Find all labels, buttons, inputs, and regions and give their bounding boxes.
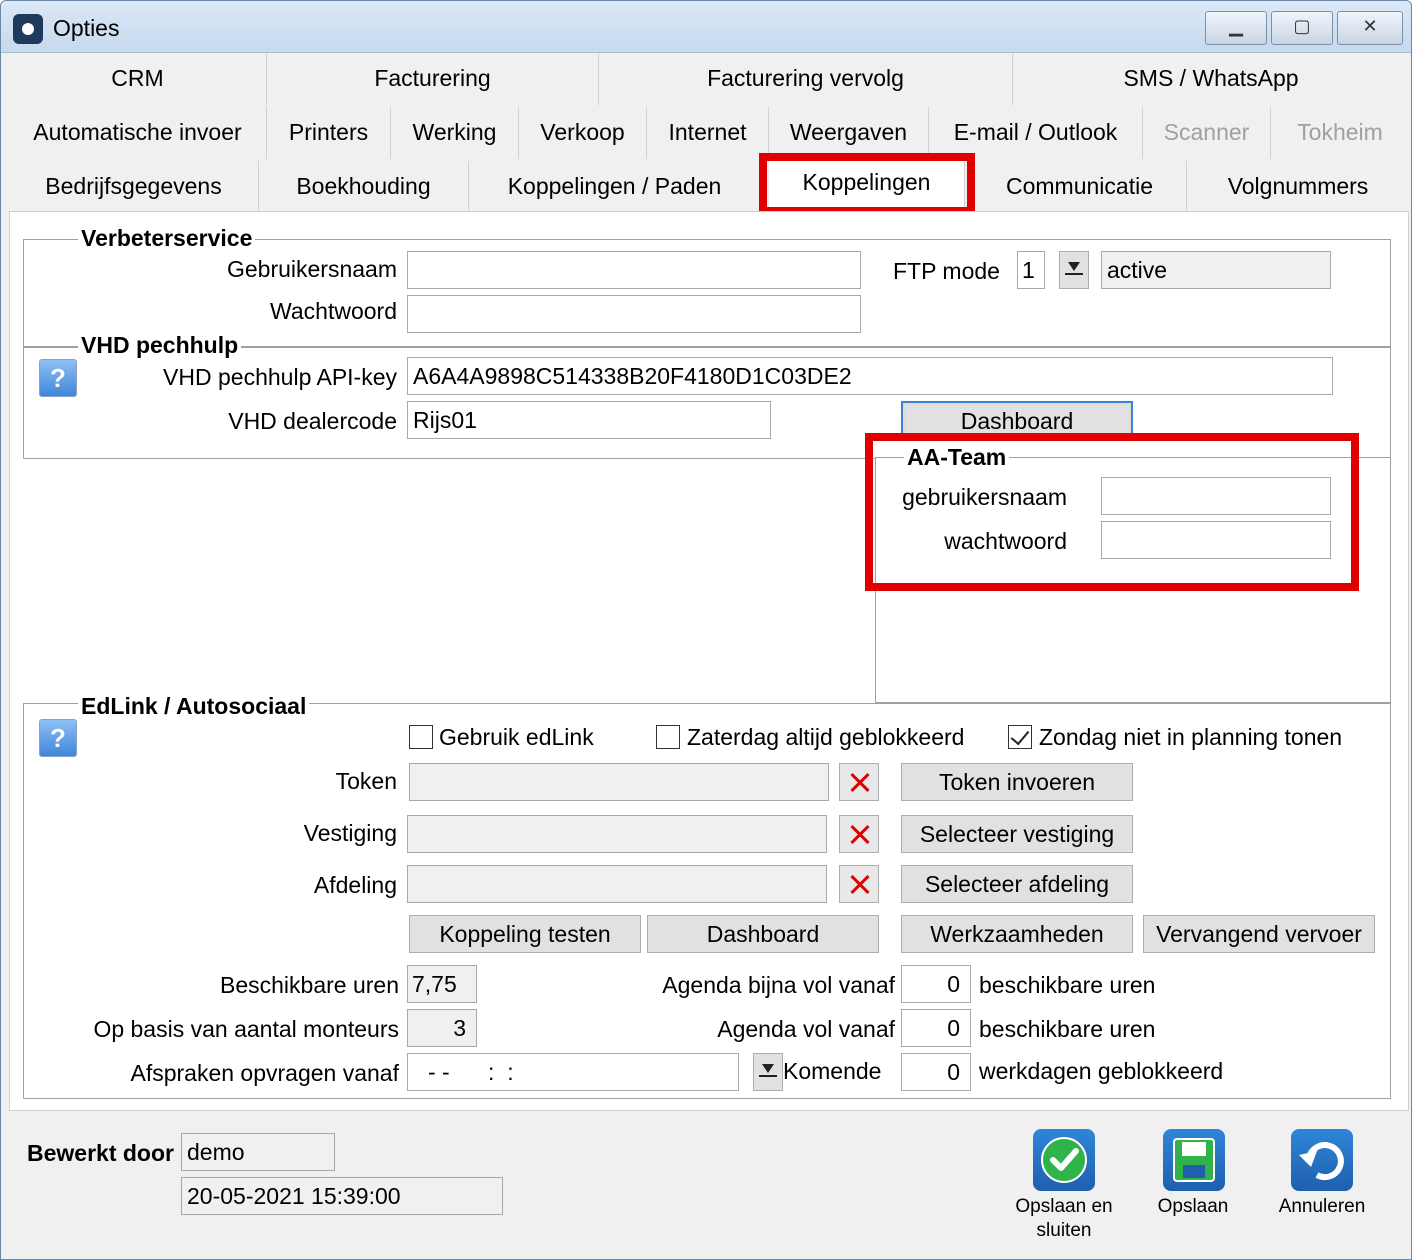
verbeterservice-username-label: Gebruikersnaam — [226, 256, 397, 282]
verbeterservice-password-label: Wachtwoord — [270, 298, 397, 324]
komende-label: Komende — [783, 1058, 882, 1084]
agenda-bijna-label: Agenda bijna vol vanaf — [662, 972, 895, 998]
tab-printers[interactable]: Printers — [267, 107, 391, 159]
token-invoeren-button[interactable]: Token invoeren — [901, 763, 1133, 801]
vhd-api-field[interactable]: A6A4A9898C514338B20F4180D1C03DE2 — [407, 357, 1333, 395]
beschikbare-uren-field[interactable]: 7,75 — [407, 965, 477, 1003]
tab-koppelingen-paden[interactable]: Koppelingen / Paden — [469, 161, 761, 213]
selecteer-afdeling-button[interactable]: Selecteer afdeling — [901, 865, 1133, 903]
active-tab-highlight — [759, 153, 975, 215]
edlink-help-icon[interactable]: ? — [39, 719, 77, 757]
token-label: Token — [335, 768, 397, 794]
afdeling-field[interactable] — [407, 865, 827, 903]
timestamp-field: 20-05-2021 15:39:00 — [181, 1177, 503, 1215]
close-button[interactable]: ✕ — [1337, 11, 1403, 45]
cancel-label: Annuleren — [1278, 1196, 1366, 1217]
tab-communicatie[interactable]: Communicatie — [973, 161, 1187, 213]
afdeling-label: Afdeling — [313, 872, 397, 898]
werkzaamheden-button[interactable]: Werkzaamheden — [901, 915, 1133, 953]
ftp-mode-label: FTP mode — [893, 258, 1000, 284]
verbeterservice-title: Verbeterservice — [78, 225, 256, 251]
tab-verkoop[interactable]: Verkoop — [519, 107, 647, 159]
tab-sms-whatsapp[interactable]: SMS / WhatsApp — [1013, 53, 1409, 105]
window-title: Opties — [53, 15, 120, 41]
koppeling-testen-button[interactable]: Koppeling testen — [409, 915, 641, 953]
tab-weergaven[interactable]: Weergaven — [769, 107, 929, 159]
vhd-help-icon[interactable]: ? — [39, 359, 77, 397]
agenda-bijna-suffix: beschikbare uren — [979, 972, 1156, 998]
afspraken-field[interactable]: - - : : — [407, 1053, 739, 1091]
agenda-vol-field[interactable]: 0 — [901, 1009, 971, 1047]
tab-crm[interactable]: CRM — [9, 53, 267, 105]
zaterdag-checkbox[interactable] — [656, 725, 680, 749]
vhd-dealer-field[interactable]: Rijs01 — [407, 401, 771, 439]
tab-facturering-vervolg[interactable]: Facturering vervolg — [599, 53, 1013, 105]
minimize-button[interactable]: ▁ — [1205, 11, 1267, 45]
token-field[interactable] — [409, 763, 829, 801]
verbeterservice-username-field[interactable] — [407, 251, 861, 289]
bewerkt-door-label: Bewerkt door — [27, 1140, 174, 1166]
edlink-title: EdLink / Autosociaal — [78, 693, 310, 719]
afspraken-dropdown-icon[interactable] — [753, 1053, 783, 1091]
app-icon — [13, 14, 43, 44]
verbeterservice-password-field[interactable] — [407, 295, 861, 333]
tab-tokheim: Tokheim — [1271, 107, 1409, 159]
vhd-title: VHD pechhulp — [78, 332, 242, 358]
save-label: Opslaan — [1157, 1196, 1229, 1217]
vhd-api-label: VHD pechhulp API-key — [163, 364, 397, 390]
vhd-dealer-label: VHD dealercode — [228, 408, 397, 434]
agenda-vol-label: Agenda vol vanaf — [717, 1016, 895, 1042]
tab-facturering[interactable]: Facturering — [267, 53, 599, 105]
vestiging-clear-icon[interactable] — [839, 815, 879, 853]
maximize-button[interactable]: ▢ — [1271, 11, 1333, 45]
options-window: Opties ▁ ▢ ✕ CRM Facturering Facturering… — [0, 0, 1412, 1260]
tab-automatische-invoer[interactable]: Automatische invoer — [9, 107, 267, 159]
tab-scanner: Scanner — [1143, 107, 1271, 159]
bewerkt-door-field: demo — [181, 1133, 335, 1171]
komende-suffix: werkdagen geblokkeerd — [979, 1058, 1224, 1084]
monteurs-field: 3 — [407, 1009, 477, 1047]
vervangend-vervoer-button[interactable]: Vervangend vervoer — [1143, 915, 1375, 953]
token-clear-icon[interactable] — [839, 763, 879, 801]
tab-volgnummers[interactable]: Volgnummers — [1187, 161, 1409, 213]
tab-internet[interactable]: Internet — [647, 107, 769, 159]
monteurs-label: Op basis van aantal monteurs — [93, 1016, 399, 1042]
save-close-icon[interactable] — [1033, 1129, 1095, 1191]
zondag-checkbox[interactable] — [1008, 725, 1032, 749]
cancel-undo-icon[interactable] — [1291, 1129, 1353, 1191]
aa-team-highlight — [865, 433, 1359, 591]
title-bar: Opties ▁ ▢ ✕ — [1, 1, 1411, 53]
vestiging-label: Vestiging — [303, 820, 397, 846]
komende-field[interactable]: 0 — [901, 1053, 971, 1091]
tab-email-outlook[interactable]: E-mail / Outlook — [929, 107, 1143, 159]
tab-bedrijfsgegevens[interactable]: Bedrijfsgegevens — [9, 161, 259, 213]
ftp-mode-text: active — [1101, 251, 1331, 289]
afspraken-label: Afspraken opvragen vanaf — [130, 1060, 399, 1086]
afdeling-clear-icon[interactable] — [839, 865, 879, 903]
ftp-mode-field[interactable]: 1 — [1017, 251, 1045, 289]
selecteer-vestiging-button[interactable]: Selecteer vestiging — [901, 815, 1133, 853]
save-close-label: Opslaan en sluiten — [1015, 1196, 1113, 1241]
agenda-vol-suffix: beschikbare uren — [979, 1016, 1156, 1042]
zaterdag-label: Zaterdag altijd geblokkeerd — [687, 724, 965, 750]
ftp-mode-dropdown-icon[interactable] — [1059, 251, 1089, 289]
tab-boekhouding[interactable]: Boekhouding — [259, 161, 469, 213]
gebruik-edlink-label: Gebruik edLink — [439, 724, 594, 750]
gebruik-edlink-checkbox[interactable] — [409, 725, 433, 749]
zondag-label: Zondag niet in planning tonen — [1039, 724, 1343, 750]
tab-werking[interactable]: Werking — [391, 107, 519, 159]
save-icon[interactable] — [1163, 1129, 1225, 1191]
agenda-bijna-field[interactable]: 0 — [901, 965, 971, 1003]
vestiging-field[interactable] — [407, 815, 827, 853]
edlink-dashboard-button[interactable]: Dashboard — [647, 915, 879, 953]
beschikbare-uren-label: Beschikbare uren — [220, 972, 399, 998]
